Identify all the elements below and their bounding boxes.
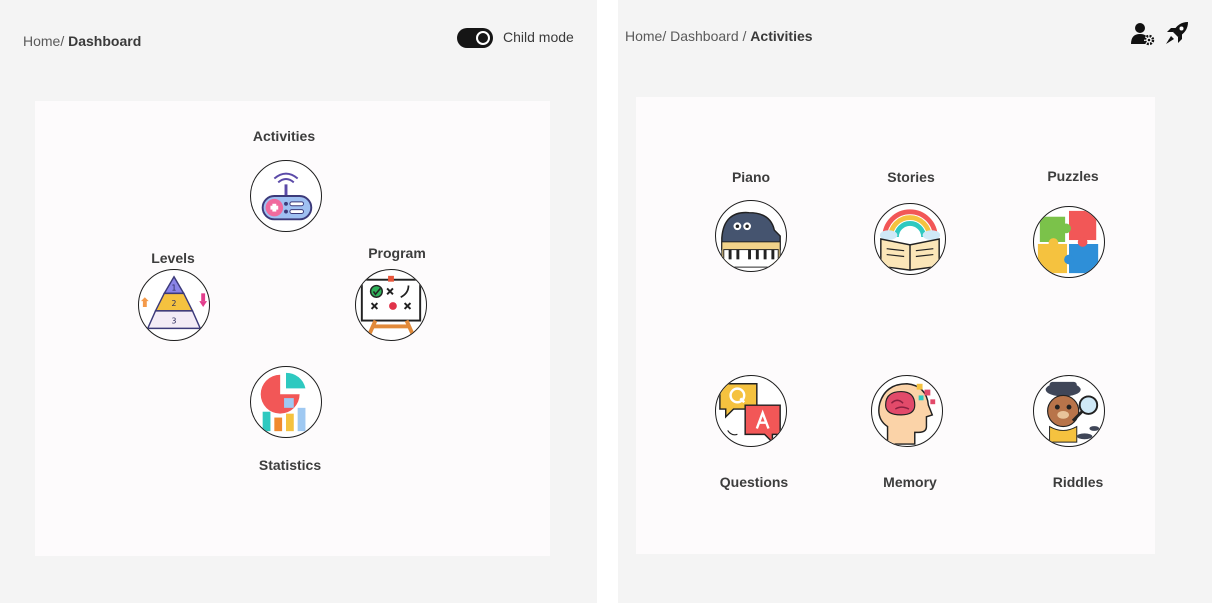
activities-label: Activities: [252, 128, 316, 144]
questions-label: Questions: [719, 474, 789, 490]
breadcrumb-home[interactable]: Home/: [23, 33, 64, 49]
gamepad-icon[interactable]: [250, 160, 322, 232]
activities-card: Piano Stories Puzzles Questions Memory R…: [636, 97, 1155, 554]
strategy-board-icon[interactable]: [355, 269, 427, 341]
stories-label: Stories: [887, 169, 935, 185]
detective-riddle-icon[interactable]: [1033, 375, 1105, 447]
puzzles-label: Puzzles: [1047, 168, 1099, 184]
memory-label: Memory: [883, 474, 937, 490]
breadcrumb: Home/ Dashboard: [23, 33, 141, 49]
breadcrumb-current: Activities: [750, 28, 813, 44]
pyramid-levels-icon[interactable]: 1 2 3: [138, 269, 210, 341]
breadcrumb-dashboard[interactable]: Dashboard: [670, 28, 739, 44]
dashboard-card: Activities Levels 1 2 3 Program Statisti…: [35, 101, 550, 556]
statistics-label: Statistics: [258, 457, 322, 473]
program-label: Program: [368, 245, 426, 261]
brain-memory-icon[interactable]: [871, 375, 943, 447]
activities-panel: Home/ Dashboard / Activities Piano Stori…: [618, 0, 1212, 603]
piano-label: Piano: [731, 169, 771, 185]
puzzle-icon[interactable]: [1033, 206, 1105, 278]
riddles-label: Riddles: [1052, 474, 1104, 490]
toggle-knob: [476, 31, 490, 45]
dashboard-panel: Home/ Dashboard Child mode Activities Le…: [0, 0, 597, 603]
breadcrumb-home[interactable]: Home/: [625, 28, 666, 44]
level-number-1: 1: [172, 283, 177, 292]
breadcrumb-current: Dashboard: [68, 33, 142, 49]
breadcrumb: Home/ Dashboard / Activities: [625, 28, 813, 44]
user-settings-icon[interactable]: [1130, 21, 1156, 47]
rocket-icon[interactable]: [1164, 20, 1190, 46]
level-number-2: 2: [172, 299, 177, 308]
levels-label: Levels: [151, 250, 195, 266]
piano-icon[interactable]: [715, 200, 787, 272]
statistics-chart-icon[interactable]: [250, 366, 322, 438]
child-mode-toggle[interactable]: [457, 28, 493, 48]
level-number-3: 3: [172, 316, 177, 325]
breadcrumb-separator: /: [742, 28, 747, 44]
child-mode-label: Child mode: [503, 29, 574, 45]
storybook-icon[interactable]: [874, 203, 946, 275]
question-answer-icon[interactable]: [715, 375, 787, 447]
